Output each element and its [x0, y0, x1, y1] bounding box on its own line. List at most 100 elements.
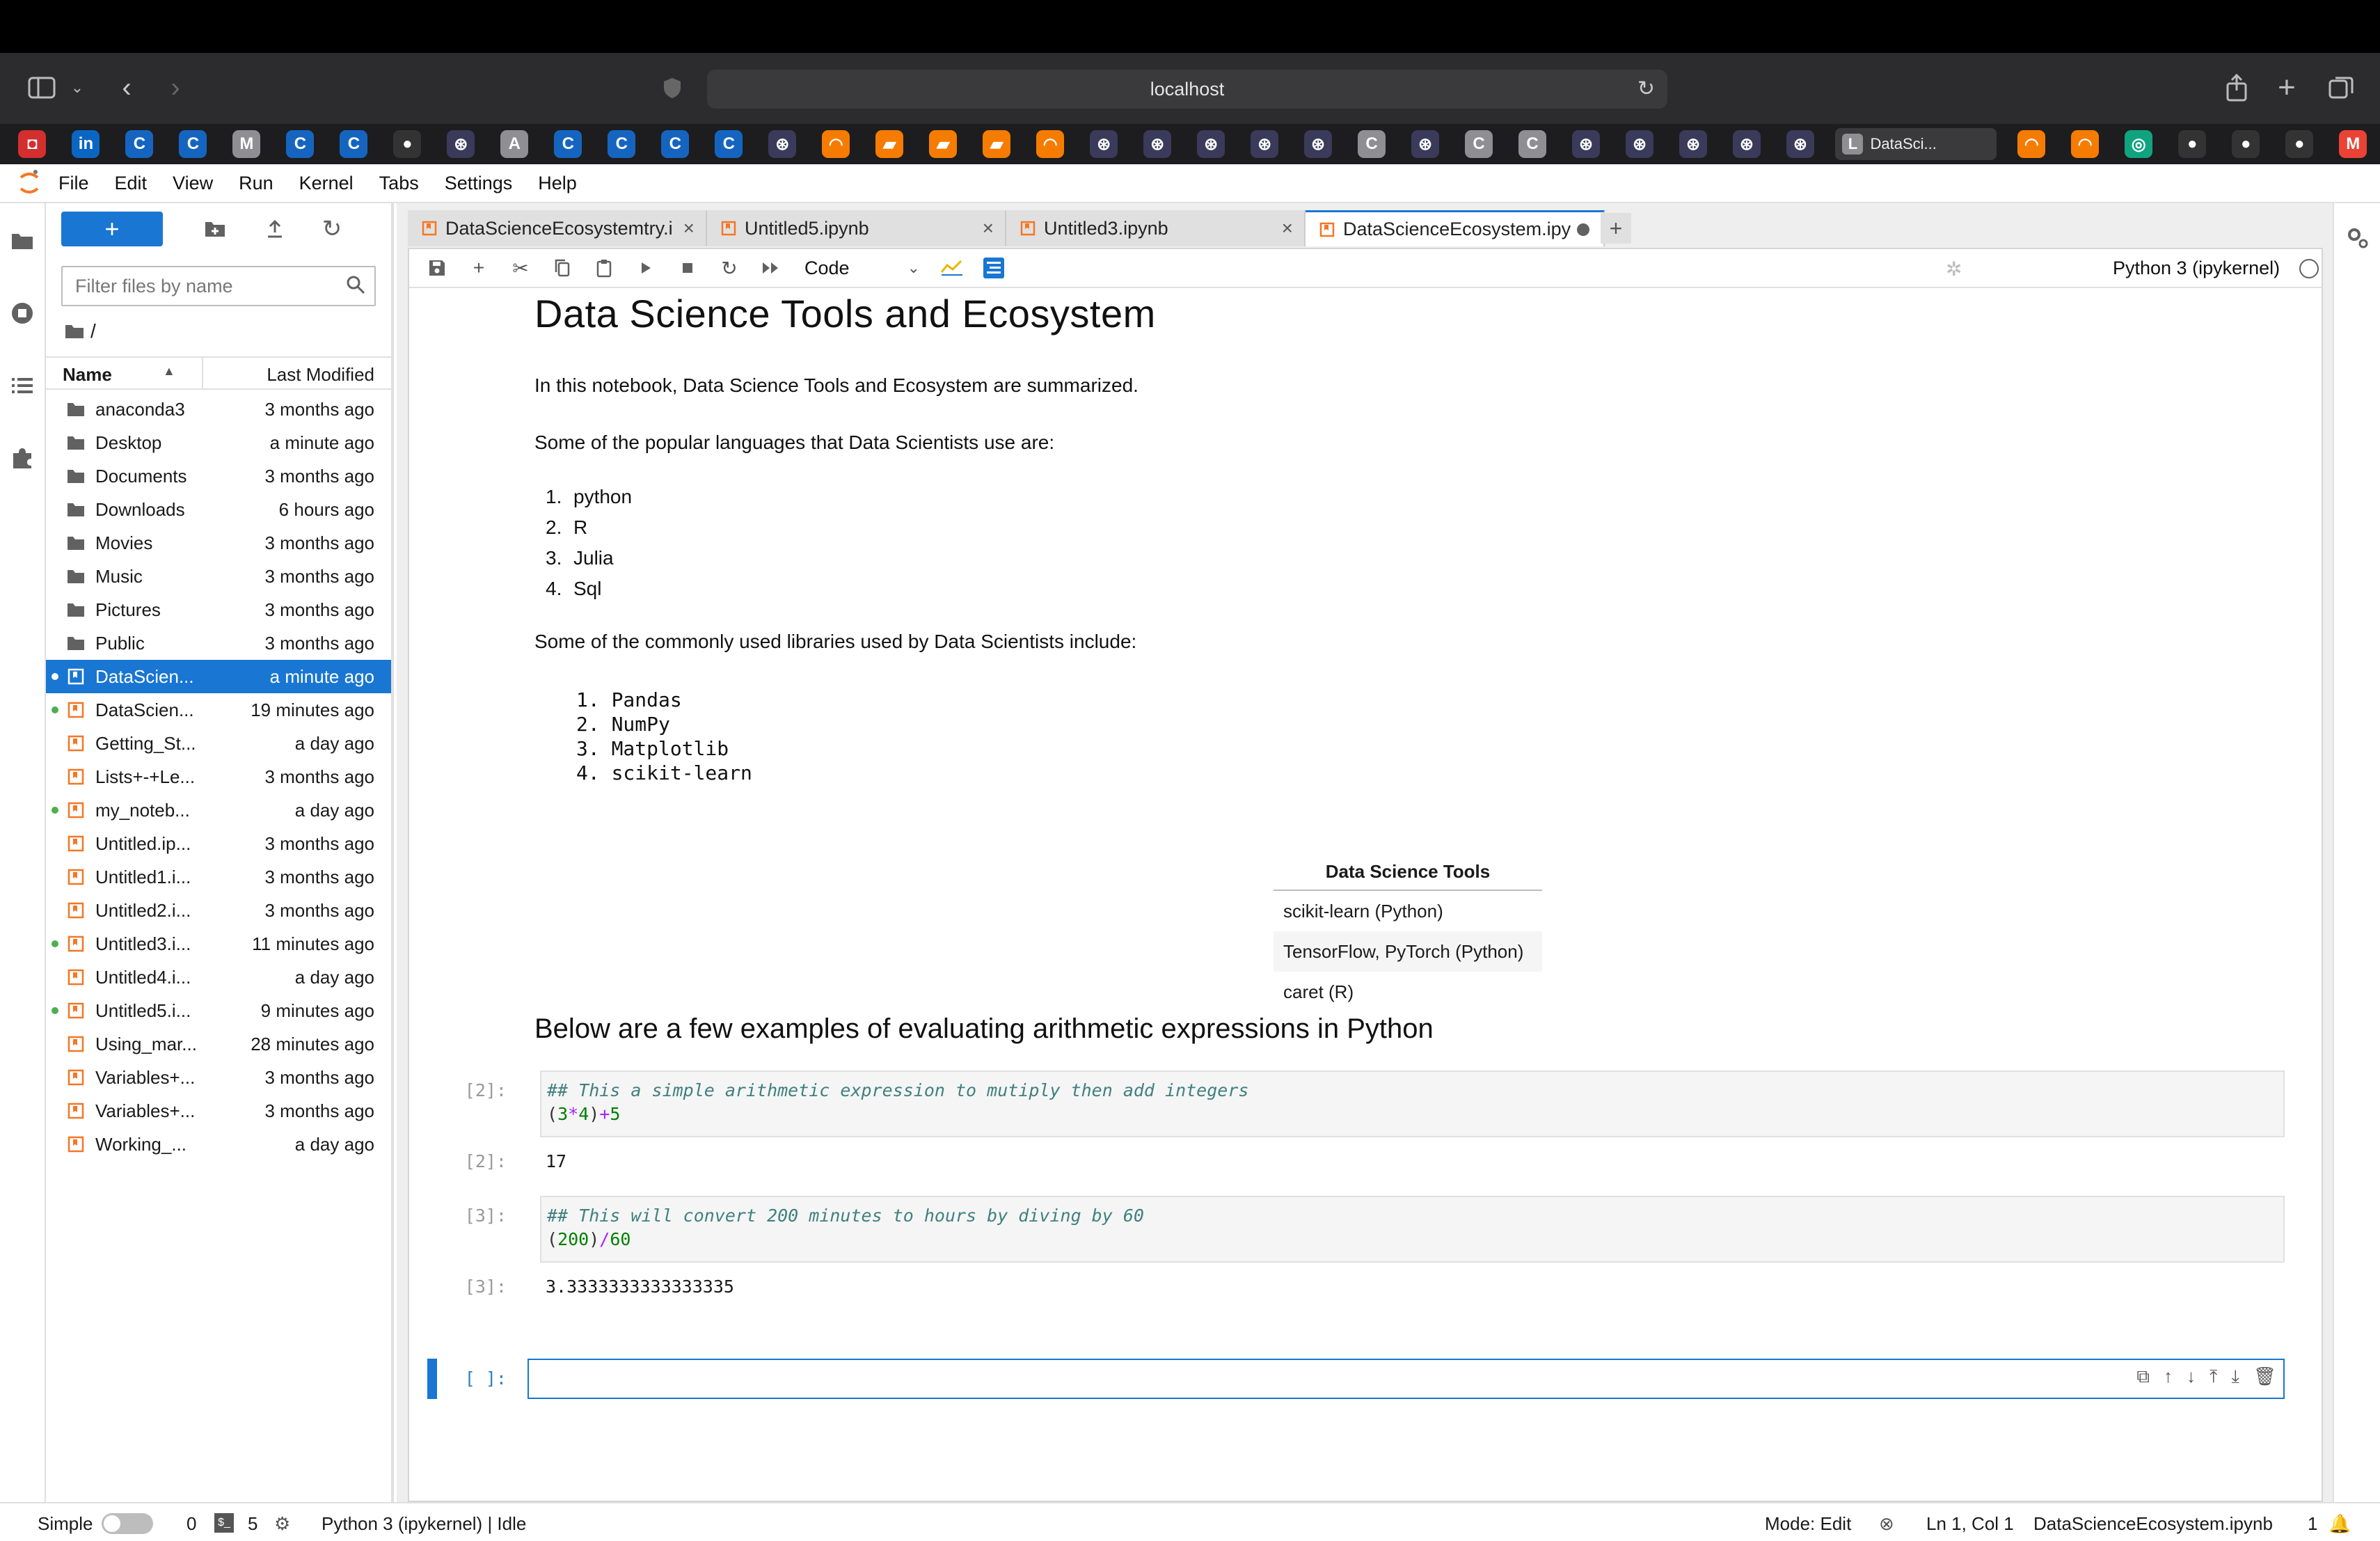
file-row[interactable]: DataScien... 19 minutes ago — [46, 693, 391, 727]
cell-type-select[interactable]: Code ⌄ — [799, 254, 924, 282]
file-row[interactable]: Lists+-+Le... 3 months ago — [46, 760, 391, 793]
cursor-position[interactable]: Ln 1, Col 1 — [1926, 1513, 2014, 1535]
document-tab[interactable]: DataScienceEcosystemtry.i × — [408, 210, 707, 246]
share-icon[interactable] — [2220, 70, 2253, 106]
new-tab-icon[interactable]: + — [2270, 70, 2303, 104]
file-row[interactable]: Untitled1.i... 3 months ago — [46, 860, 391, 894]
menu-kernel[interactable]: Kernel — [299, 173, 354, 194]
bookmark-icon[interactable]: ⊛ — [1184, 124, 1238, 164]
close-icon[interactable]: × — [683, 217, 695, 239]
kernel-settings-icon[interactable]: ✲ — [1946, 258, 1962, 280]
bookmark-icon[interactable]: ⊛ — [756, 124, 809, 164]
running-kernels-icon[interactable] — [6, 297, 39, 330]
menu-file[interactable]: File — [58, 173, 89, 194]
bookmark-icon[interactable]: ▰ — [863, 124, 917, 164]
code-cell[interactable]: ## This a simple arithmetic expression t… — [540, 1070, 2285, 1137]
table-of-contents-icon[interactable] — [973, 248, 1015, 287]
menu-edit[interactable]: Edit — [115, 173, 148, 194]
sort-ascending-icon[interactable]: ▲ — [163, 364, 175, 379]
chevron-down-icon[interactable]: ⌄ — [67, 74, 88, 102]
file-row[interactable]: Documents 3 months ago — [46, 459, 391, 493]
bookmark-icon[interactable]: ⊛ — [1238, 124, 1292, 164]
delete-cell-icon[interactable]: 🗑 — [2253, 1366, 2276, 1388]
bookmark-icon[interactable]: C — [649, 124, 702, 164]
bookmark-icon[interactable]: ● — [2219, 124, 2273, 164]
insert-above-icon[interactable]: ⤒ — [2210, 1366, 2218, 1388]
filter-files-input[interactable]: Filter files by name — [61, 266, 376, 306]
bookmark-icon[interactable]: C — [595, 124, 649, 164]
bookmark-icon[interactable]: C — [1506, 124, 1560, 164]
file-row[interactable]: Movies 3 months ago — [46, 526, 391, 560]
chart-icon[interactable] — [931, 248, 973, 287]
run-icon[interactable] — [625, 248, 667, 287]
move-down-icon[interactable]: ↓ — [2187, 1366, 2196, 1388]
bookmark-icon[interactable]: M — [2326, 124, 2380, 164]
file-row[interactable]: Untitled5.i... 9 minutes ago — [46, 994, 391, 1027]
forward-icon[interactable]: › — [160, 71, 191, 104]
copy-icon[interactable] — [541, 248, 583, 287]
bookmark-icon[interactable]: ⊛ — [1773, 124, 1827, 164]
folder-icon[interactable] — [6, 224, 39, 258]
bookmark-icon[interactable]: C — [702, 124, 756, 164]
code-cell[interactable]: ## This will convert 200 minutes to hour… — [540, 1196, 2285, 1263]
file-row[interactable]: Getting_St... a day ago — [46, 727, 391, 760]
restart-run-all-icon[interactable] — [750, 248, 792, 287]
property-inspector-icon[interactable] — [2341, 221, 2374, 255]
restart-icon[interactable]: ↻ — [708, 248, 750, 287]
close-icon[interactable]: × — [983, 217, 994, 239]
bookmark-icon[interactable]: ◠ — [2058, 124, 2112, 164]
add-tab-icon[interactable]: + — [1601, 213, 1631, 244]
bookmark-icon[interactable]: C — [1345, 124, 1399, 164]
bookmark-icon[interactable]: A — [488, 124, 541, 164]
bookmark-icon[interactable]: ⊛ — [1399, 124, 1452, 164]
bookmark-icon[interactable]: ⊛ — [434, 124, 488, 164]
kernel-name[interactable]: Python 3 (ipykernel) — [2113, 258, 2280, 279]
file-row[interactable]: Untitled.ip... 3 months ago — [46, 827, 391, 860]
file-row[interactable]: Variables+... 3 months ago — [46, 1061, 391, 1094]
bookmark-icon[interactable]: in — [59, 124, 113, 164]
close-icon[interactable]: × — [1282, 217, 1293, 239]
file-row[interactable]: Downloads 6 hours ago — [46, 493, 391, 526]
document-tab[interactable]: DataScienceEcosystem.ipy — [1306, 210, 1605, 246]
kernel-status[interactable]: Python 3 (ipykernel) | Idle — [322, 1513, 526, 1535]
bookmark-icon[interactable]: M — [220, 124, 273, 164]
file-row[interactable]: anaconda3 3 months ago — [46, 393, 391, 426]
back-icon[interactable]: ‹ — [111, 71, 142, 104]
menu-tabs[interactable]: Tabs — [379, 173, 419, 194]
file-row[interactable]: Variables+... 3 months ago — [46, 1094, 391, 1128]
menu-help[interactable]: Help — [538, 173, 577, 194]
active-browser-tab[interactable]: L DataSci... — [1835, 128, 1997, 160]
upload-icon[interactable] — [251, 212, 299, 246]
document-tab[interactable]: Untitled5.ipynb × — [707, 210, 1006, 246]
bookmark-icon[interactable]: C — [1452, 124, 1506, 164]
sidebar-toggle-icon[interactable] — [25, 72, 58, 103]
document-tab[interactable]: Untitled3.ipynb × — [1006, 210, 1306, 246]
bookmark-icon[interactable]: ⊛ — [1613, 124, 1667, 164]
menu-view[interactable]: View — [173, 173, 213, 194]
menu-run[interactable]: Run — [239, 173, 273, 194]
stop-icon[interactable] — [667, 248, 708, 287]
file-row[interactable]: Untitled2.i... 3 months ago — [46, 894, 391, 927]
address-bar[interactable]: localhost ↻ — [707, 70, 1667, 109]
menu-settings[interactable]: Settings — [445, 173, 513, 194]
new-launcher-button[interactable]: + — [61, 212, 163, 246]
bookmark-icon[interactable]: ⊛ — [1560, 124, 1613, 164]
bookmark-icon[interactable]: ▰ — [970, 124, 1024, 164]
file-row[interactable]: DataScien... a minute ago — [46, 660, 391, 693]
reload-icon[interactable]: ↻ — [1637, 77, 1655, 101]
bookmark-icon[interactable]: ● — [2166, 124, 2219, 164]
bell-icon[interactable]: 🔔 — [2329, 1513, 2351, 1535]
bookmark-icon[interactable]: C — [166, 124, 220, 164]
terminal-icon[interactable]: $_ — [214, 1513, 234, 1533]
tab-overview-icon[interactable] — [2324, 71, 2358, 104]
bookmark-icon[interactable]: ◠ — [809, 124, 863, 164]
bookmark-icon[interactable]: ⊛ — [1720, 124, 1774, 164]
file-row[interactable]: Desktop a minute ago — [46, 426, 391, 459]
bookmark-icon[interactable]: ● — [2273, 124, 2326, 164]
extension-manager-icon[interactable] — [6, 441, 39, 475]
simple-mode-toggle[interactable] — [102, 1513, 153, 1534]
bookmark-icon[interactable]: C — [273, 124, 327, 164]
move-up-icon[interactable]: ↑ — [2164, 1366, 2173, 1388]
kernel-icon[interactable]: ⚙ — [274, 1513, 290, 1535]
bookmark-icon[interactable]: ◠ — [2005, 124, 2058, 164]
